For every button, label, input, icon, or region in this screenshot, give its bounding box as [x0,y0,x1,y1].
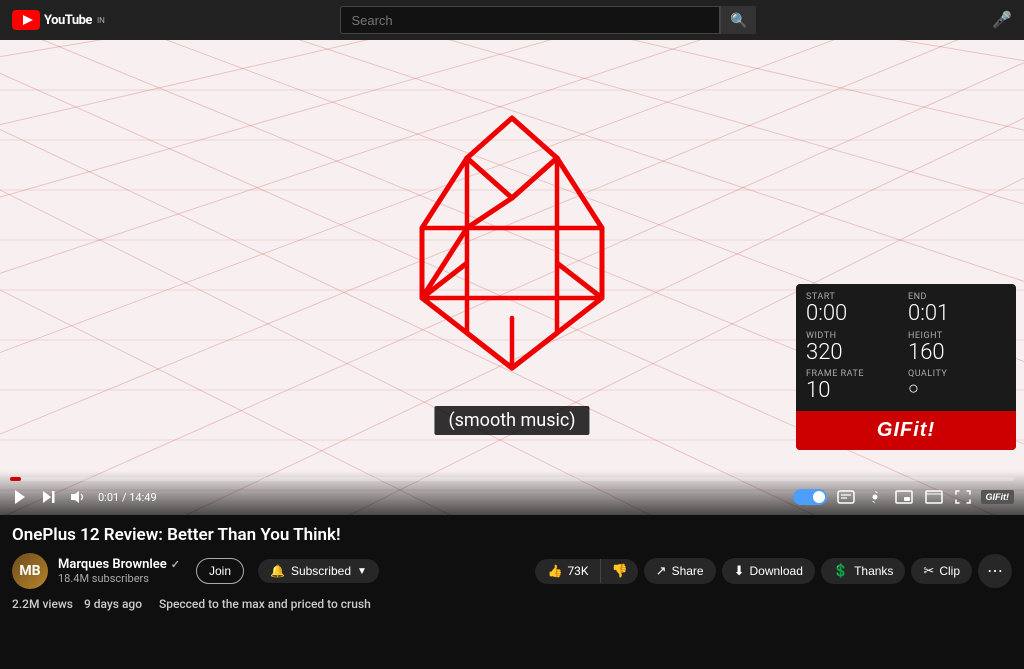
next-icon [42,490,56,504]
theatre-mode-icon [925,490,943,504]
header-icons: 🎤 [992,10,1012,30]
stats-row: 2.2M views 9 days ago Specced to the max… [12,597,1012,611]
gif-framerate-value: 10 [806,379,904,403]
download-label: Download [750,564,803,578]
video-controls: 0:01 / 14:49 [0,471,1024,515]
view-count: 2.2M views [12,597,73,611]
progress-fill [10,477,21,481]
like-dislike-button[interactable]: 👍 73K 👎 [535,559,637,584]
gif-start-value: 0:00 [806,302,904,326]
video-title: OnePlus 12 Review: Better Than You Think… [12,525,1012,545]
subtitle-text: (smooth music) [448,410,575,431]
chevron-down-icon: ▼ [357,566,367,577]
video-player: (smooth music) START 0:00 END 0:01 WIDTH… [0,40,1024,515]
channel-row: MB Marques Brownlee ✓ 18.4M subscribers … [12,553,1012,589]
search-icon: 🔍 [730,12,747,29]
subscribed-label: Subscribed [291,564,351,578]
gif-panel: START 0:00 END 0:01 WIDTH 320 HEIGHT 160… [796,284,1016,450]
oneplus-cube-logo [372,98,652,398]
play-button[interactable] [10,487,30,507]
thanks-icon: 💲 [833,563,849,579]
next-button[interactable] [40,488,58,506]
gif-width-value: 320 [806,341,904,365]
toggle-knob [813,491,825,503]
gif-it-button[interactable]: GIFit! [796,411,1016,450]
channel-name-text: Marques Brownlee [58,557,167,572]
search-button[interactable]: 🔍 [720,6,756,34]
clip-label: Clip [939,564,960,578]
clip-button[interactable]: ✂ Clip [911,558,972,584]
youtube-in-badge: IN [97,16,105,25]
settings-icon [867,489,883,505]
below-video-section: OnePlus 12 Review: Better Than You Think… [0,515,1024,611]
clip-icon: ✂ [923,563,934,579]
youtube-logo-text: YouTube [44,13,92,28]
miniplayer-icon [895,490,913,504]
subscriber-count: 18.4M subscribers [58,572,180,585]
thanks-button[interactable]: 💲 Thanks [821,558,906,584]
progress-bar[interactable] [10,477,1014,481]
fullscreen-button[interactable] [953,488,973,506]
share-icon: ↗ [656,563,667,579]
share-label: Share [672,564,704,578]
subtitles-icon [837,490,855,504]
volume-button[interactable] [68,488,88,506]
time-display: 0:01 / 14:49 [98,491,157,504]
fullscreen-icon [955,490,971,504]
mic-button[interactable]: 🎤 [992,10,1012,30]
logo-area: YouTube IN [12,10,105,30]
share-button[interactable]: ↗ Share [644,558,716,584]
miniplayer-button[interactable] [893,488,915,506]
gif-height-value: 160 [908,341,1006,365]
bell-icon: 🔔 [270,564,285,578]
search-bar-container [340,6,720,34]
like-inner: 👍 73K [535,559,601,583]
join-button[interactable]: Join [196,558,244,584]
search-input[interactable] [341,13,719,28]
mic-icon: 🎤 [992,10,1012,30]
download-button[interactable]: ⬇ Download [722,558,815,584]
subtitles-button[interactable] [835,488,857,506]
subtitle-bar: (smooth music) [434,406,589,435]
verified-icon: ✓ [171,558,180,571]
autoplay-toggle[interactable] [793,489,827,505]
settings-button[interactable] [865,487,885,507]
gif-quality-label: QUALITY [908,369,1006,379]
thumbsup-icon: 👍 [547,564,562,578]
total-time: 14:49 [129,491,156,504]
dots-icon: ⋯ [987,561,1003,581]
like-count: 73K [567,564,588,578]
gifit-ctrl-label: GIFit! [986,492,1010,502]
channel-info: Marques Brownlee ✓ 18.4M subscribers [58,557,180,585]
description-preview: Specced to the max and priced to crush [159,597,371,611]
gif-quality-value: ○ [908,379,1006,399]
gif-end-value: 0:01 [908,302,1006,326]
channel-name-row: Marques Brownlee ✓ [58,557,180,572]
action-buttons: 👍 73K 👎 ↗ Share ⬇ Download 💲 Thanks [535,554,1012,588]
download-icon: ⬇ [734,563,745,579]
header: YouTube IN 🔍 🎤 [0,0,1024,40]
subscribed-button[interactable]: 🔔 Subscribed ▼ [258,559,379,583]
play-icon [12,489,28,505]
more-options-button[interactable]: ⋯ [978,554,1012,588]
dislike-inner: 👎 [601,559,637,584]
gifit-button[interactable]: GIFit! [981,490,1015,504]
channel-avatar: MB [12,553,48,589]
thanks-label: Thanks [854,564,893,578]
post-date: 9 days ago [84,597,142,611]
theatre-mode-button[interactable] [923,488,945,506]
current-time: 0:01 [98,491,119,504]
thumbsdown-icon: 👎 [611,564,627,579]
volume-icon [70,490,86,504]
youtube-logo-icon [12,10,40,30]
header-search-area: 🔍 [117,6,980,34]
